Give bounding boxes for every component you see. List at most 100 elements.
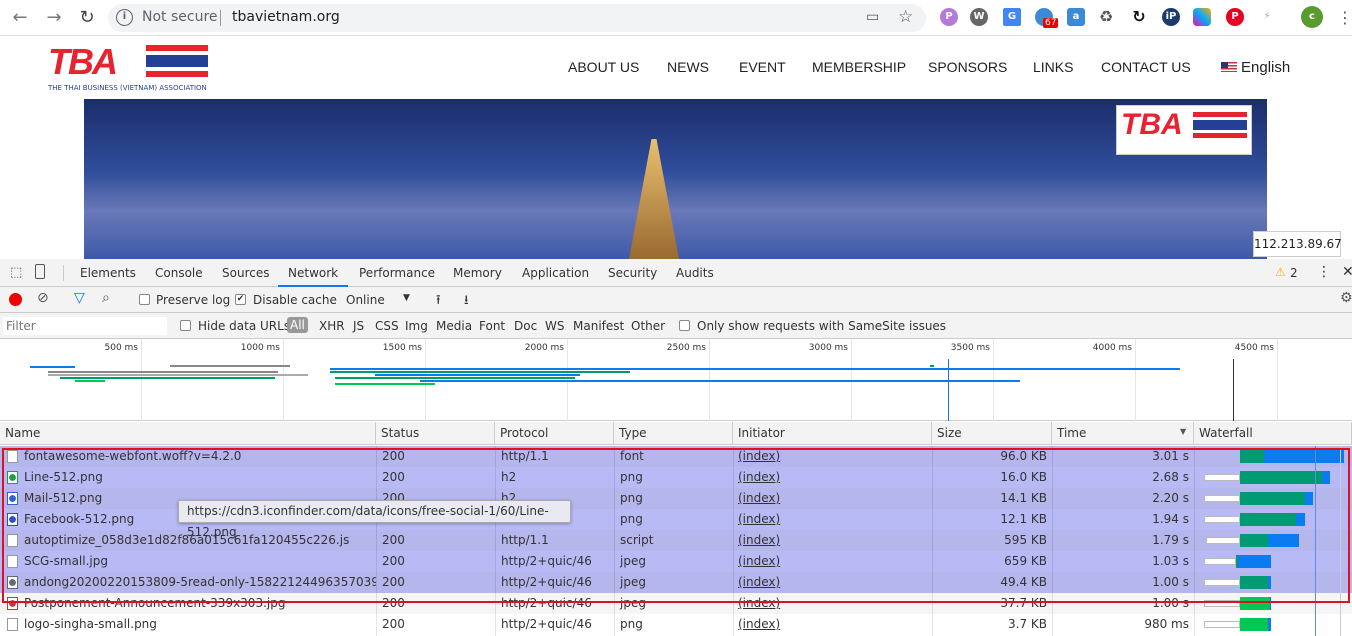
filter-js[interactable]: JS [353,319,364,333]
samesite-checkbox[interactable] [679,320,690,331]
overview-timeline[interactable]: 500 ms 1000 ms 1500 ms 2000 ms 2500 ms 3000 m… [0,339,1352,421]
ip-icon[interactable]: iP [1162,8,1180,26]
column-header-status[interactable]: Status [376,422,495,445]
filter-manifest[interactable]: Manifest [573,319,624,333]
export-har-icon[interactable]: ⭳ [464,291,469,313]
address-bar[interactable]: i Not secure tbavietnam.org ▭ ☆ [108,4,926,32]
close-icon[interactable]: ✕ [1342,264,1352,280]
initiator-link[interactable]: (index) [733,614,932,635]
filter-media[interactable]: Media [436,319,472,333]
table-row[interactable]: logo-singha-small.png 200 http/2+quic/46… [0,614,1352,635]
recycle-icon[interactable]: ♻ [1097,8,1115,26]
nav-membership[interactable]: MEMBERSHIP [812,59,906,75]
device-toolbar-icon[interactable] [35,264,45,279]
menu-icon[interactable]: ⋮ [1337,8,1352,27]
column-header-size[interactable]: Size [932,422,1052,445]
tab-performance[interactable]: Performance [359,266,435,280]
inspect-icon[interactable]: ⬚ [10,265,22,280]
filter-doc[interactable]: Doc [514,319,537,333]
clear-icon[interactable]: ⊘ [37,290,49,306]
overview-tick-label: 1500 ms [382,343,422,353]
cast-icon[interactable]: ▭ [866,9,879,25]
warning-count[interactable]: 2 [1290,266,1298,280]
extension-icon[interactable]: a [1067,8,1085,26]
throttle-select[interactable]: Online [346,293,385,307]
samesite-label: Only show requests with SameSite issues [697,319,947,333]
column-header-initiator[interactable]: Initiator [733,422,932,445]
tab-elements[interactable]: Elements [80,266,136,280]
tab-sources[interactable]: Sources [222,266,269,280]
disable-cache-checkbox[interactable]: ✔ [235,294,246,305]
filter-font[interactable]: Font [479,319,505,333]
filter-img[interactable]: Img [405,319,428,333]
waterfall-waiting-bar [1240,618,1268,631]
overview-tick-label: 4000 ms [1092,343,1132,353]
settings-icon[interactable]: ⚙ [1340,290,1352,306]
nav-links[interactable]: LINKS [1033,59,1073,75]
info-icon[interactable]: i [116,9,133,26]
site-logo[interactable]: TBA THE THAI BUSINESS (VIETNAM) ASSOCIAT… [48,41,210,93]
nav-about-us[interactable]: ABOUT US [568,59,639,75]
import-har-icon[interactable]: ⭱ [436,291,441,313]
column-header-name[interactable]: Name [0,422,376,445]
forward-icon[interactable]: → [42,6,66,30]
request-name[interactable]: logo-singha-small.png [0,614,376,635]
devtools-panel: ⬚ Elements Console Sources Network Perfo… [0,259,1352,636]
column-header-waterfall[interactable]: Waterfall [1194,422,1352,445]
filter-ws[interactable]: WS [545,319,564,333]
filter-other[interactable]: Other [631,319,665,333]
back-icon[interactable]: ← [8,6,32,30]
nav-event[interactable]: EVENT [739,59,786,75]
lightning-icon[interactable]: ⚡ [1258,8,1276,26]
translate-icon[interactable]: G [1003,8,1021,26]
wordpress-icon[interactable]: W [970,8,988,26]
tab-console[interactable]: Console [155,266,203,280]
pinterest-icon[interactable]: P [1226,8,1244,26]
search-icon[interactable]: ⌕ [102,290,110,306]
language-selector[interactable]: English [1241,59,1290,76]
overview-gridline [283,339,284,421]
preserve-log-checkbox[interactable] [139,294,150,305]
filter-css[interactable]: CSS [375,319,399,333]
column-header-type[interactable]: Type [614,422,733,445]
browser-toolbar: ← → ↻ i Not secure tbavietnam.org ▭ ☆ P … [0,0,1352,36]
tab-audits[interactable]: Audits [676,266,714,280]
divider [220,10,221,26]
record-icon[interactable] [9,293,22,306]
star-icon[interactable]: ☆ [898,7,913,27]
hide-data-urls-checkbox[interactable] [180,320,191,331]
tab-network[interactable]: Network [278,266,349,287]
nav-sponsors[interactable]: SPONSORS [928,59,1007,75]
sort-desc-icon[interactable]: ▼ [1180,427,1186,436]
nav-news[interactable]: NEWS [667,59,709,75]
filter-input[interactable] [3,317,167,335]
reload-icon[interactable]: ↻ [75,6,99,30]
chevron-down-icon[interactable]: ▼ [403,293,410,303]
waterfall-cell [1194,614,1352,635]
filter-all[interactable]: All [287,317,308,333]
overview-tick-label: 3500 ms [950,343,990,353]
nav-contact-us[interactable]: CONTACT US [1101,59,1191,75]
sync-icon[interactable]: ↻ [1130,8,1148,26]
devtools-tabs: ⬚ Elements Console Sources Network Perfo… [0,259,1352,287]
ip-address-badge: 112.213.89.67 [1253,231,1342,257]
url-text[interactable]: tbavietnam.org [232,9,340,25]
tab-application[interactable]: Application [522,266,589,280]
devtools-menu-icon[interactable]: ⋮ [1317,264,1331,280]
filter-icon[interactable]: ▽ [74,290,85,306]
filter-xhr[interactable]: XHR [319,319,345,333]
column-header-time[interactable]: Time [1052,422,1194,445]
extension-icon[interactable]: P [940,8,958,26]
request-status: 200 [382,617,405,631]
avatar[interactable]: c [1301,6,1323,28]
overview-gridline [141,339,142,421]
color-picker-icon[interactable] [1193,8,1211,26]
tab-memory[interactable]: Memory [453,266,502,280]
overview-request-bar [48,371,278,373]
site-header: TBA THE THAI BUSINESS (VIETNAM) ASSOCIAT… [0,37,1352,99]
load-line [1233,359,1234,421]
column-header-protocol[interactable]: Protocol [495,422,614,445]
warning-icon[interactable]: ⚠ [1275,265,1286,279]
tab-security[interactable]: Security [608,266,657,280]
waterfall-download-bar [1268,618,1271,631]
